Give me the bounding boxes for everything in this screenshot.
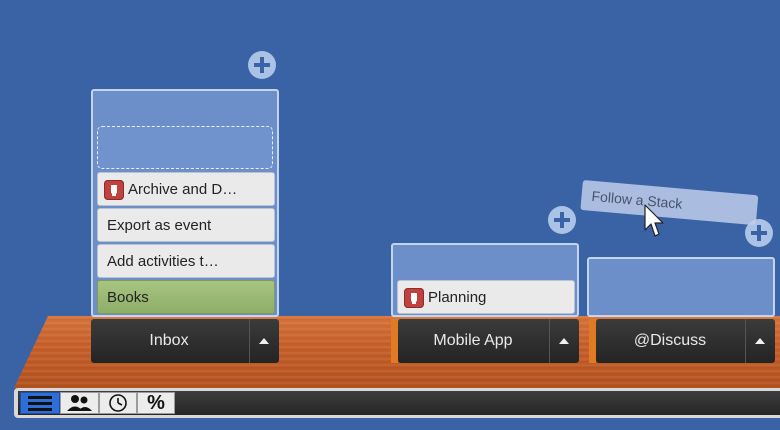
card-archive[interactable]: Archive and D… — [97, 172, 275, 206]
card-label: Follow a Stack — [590, 187, 684, 212]
card-label: Books — [107, 289, 149, 306]
clock-icon — [109, 394, 127, 412]
stack-bar-discuss[interactable]: @Discuss — [596, 319, 775, 363]
list-view-button[interactable] — [20, 392, 60, 414]
percent-label: % — [147, 392, 165, 414]
list-icon — [28, 396, 52, 411]
stack-inbox: Archive and D… Export as event Add activ… — [91, 89, 279, 317]
add-card-mobile-app-button[interactable] — [548, 206, 576, 234]
stack-bar-accent — [391, 319, 398, 363]
chevron-up-icon[interactable] — [549, 319, 579, 363]
evernote-icon — [104, 180, 124, 200]
people-view-button[interactable] — [60, 392, 99, 414]
dragged-card[interactable]: Follow a Stack — [580, 180, 759, 226]
card-label: Archive and D… — [128, 181, 238, 198]
stack-discuss — [587, 257, 775, 317]
stack-mobile-app: Planning — [391, 243, 579, 317]
percent-view-button[interactable]: % — [137, 392, 175, 414]
people-icon — [67, 395, 92, 411]
stack-name: Inbox — [149, 332, 189, 349]
stack-name: Mobile App — [433, 332, 513, 349]
card-label: Add activities t… — [107, 253, 219, 270]
card-planning[interactable]: Planning — [397, 280, 575, 314]
stack-bar-accent — [589, 319, 596, 363]
card-export-event[interactable]: Export as event — [97, 208, 275, 242]
chevron-up-icon[interactable] — [745, 319, 775, 363]
stack-bar-mobile-app[interactable]: Mobile App — [398, 319, 579, 363]
card-label: Planning — [428, 289, 487, 306]
add-card-inbox-button[interactable] — [248, 51, 276, 79]
card-label: Export as event — [107, 217, 212, 234]
chevron-up-icon[interactable] — [249, 319, 279, 363]
stack-name: @Discuss — [633, 332, 707, 349]
mouse-cursor-icon — [644, 204, 664, 237]
card-books[interactable]: Books — [97, 280, 275, 314]
bottom-toolbar: % — [14, 388, 780, 418]
drop-placeholder[interactable] — [97, 126, 273, 169]
evernote-icon — [404, 288, 424, 308]
stack-bar-inbox[interactable]: Inbox — [91, 319, 279, 363]
card-add-activities[interactable]: Add activities t… — [97, 244, 275, 278]
clock-view-button[interactable] — [99, 392, 137, 414]
